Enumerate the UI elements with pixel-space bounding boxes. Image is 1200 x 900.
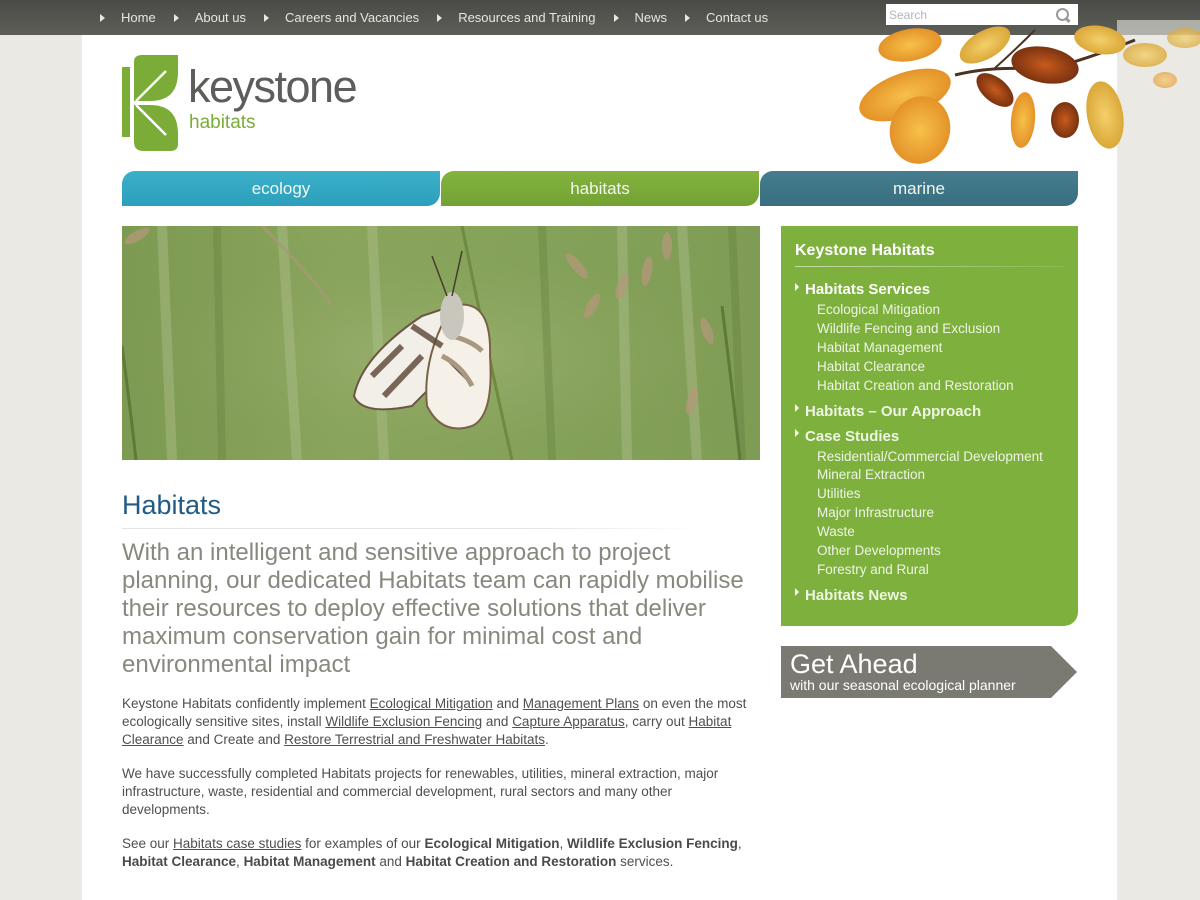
nav-resources[interactable]: Resources and Training — [437, 10, 596, 25]
sidebar-subitem[interactable]: Habitat Clearance — [817, 358, 1064, 377]
hero-image — [122, 226, 760, 460]
sidebar-group-label: Habitats News — [805, 586, 908, 604]
arrow-right-icon — [795, 429, 799, 438]
tab-marine[interactable]: marine — [760, 171, 1078, 206]
arrow-right-icon — [685, 13, 691, 22]
sidebar-divider — [795, 266, 1064, 267]
arrow-right-icon — [795, 404, 799, 413]
arrow-right-icon — [173, 13, 179, 22]
sidebar-subitem[interactable]: Forestry and Rural — [817, 561, 1064, 580]
text: for examples of our — [301, 836, 425, 851]
page-title: Habitats — [122, 490, 222, 520]
bold-text: Wildlife Exclusion Fencing — [566, 836, 738, 851]
arrow-right-icon — [437, 13, 443, 22]
sidebar-group-news: Habitats News — [795, 586, 1064, 605]
text: and — [375, 854, 406, 869]
sidebar-item-case-studies[interactable]: Case Studies — [795, 427, 1064, 446]
search-input[interactable] — [886, 5, 1051, 24]
link-capture-apparatus[interactable]: Capture Apparatus — [512, 714, 625, 729]
text: , carry out — [624, 714, 689, 729]
sidebar-menu: Keystone Habitats Habitats Services Ecol… — [781, 226, 1078, 626]
body-paragraph-1: Keystone Habitats confidently implement … — [122, 695, 757, 749]
sidebar-item-our-approach[interactable]: Habitats – Our Approach — [795, 402, 1064, 421]
sidebar-item-habitats-services[interactable]: Habitats Services — [795, 280, 1064, 299]
banner-title: Get Ahead — [790, 649, 918, 679]
bold-text: Habitat Clearance — [122, 854, 237, 869]
sidebar-group-label: Case Studies — [805, 427, 900, 445]
tab-habitats[interactable]: habitats — [441, 171, 759, 206]
arrow-right-icon — [795, 588, 799, 597]
text: Keystone Habitats confidently implement — [122, 696, 370, 711]
link-management-plans[interactable]: Management Plans — [523, 696, 639, 711]
logo-subtitle: habitats — [189, 112, 256, 133]
text: and — [492, 696, 523, 711]
arrow-right-icon — [613, 13, 619, 22]
nav-news[interactable]: News — [613, 10, 668, 25]
tab-ecology[interactable]: ecology — [122, 171, 440, 206]
sidebar-subitem[interactable]: Utilities — [817, 485, 1064, 504]
sidebar-group-label: Habitats – Our Approach — [805, 402, 982, 420]
link-wildlife-exclusion-fencing[interactable]: Wildlife Exclusion Fencing — [325, 714, 482, 729]
main-content: Habitats With an intelligent and sensiti… — [122, 488, 762, 871]
bold-text: Habitat Creation and Restoration — [405, 854, 617, 869]
lead-paragraph: With an intelligent and sensitive approa… — [122, 539, 744, 678]
link-restore-habitats[interactable]: Restore Terrestrial and Freshwater Habit… — [284, 732, 545, 747]
link-ecological-mitigation[interactable]: Ecological Mitigation — [370, 696, 493, 711]
sidebar-title[interactable]: Keystone Habitats — [795, 241, 1064, 261]
nav-label: Careers and Vacancies — [285, 10, 420, 25]
text: services. — [616, 854, 674, 869]
nav-label: Resources and Training — [458, 10, 596, 25]
sidebar-group-approach: Habitats – Our Approach — [795, 402, 1064, 421]
nav-careers[interactable]: Careers and Vacancies — [264, 10, 419, 25]
arrow-right-icon — [795, 282, 799, 291]
nav-about-us[interactable]: About us — [173, 10, 247, 25]
sidebar-subitem[interactable]: Residential/Commercial Development — [817, 448, 1064, 467]
top-nav: Home About us Careers and Vacancies Reso… — [100, 0, 786, 35]
search-box — [886, 4, 1078, 25]
nav-contact-us[interactable]: Contact us — [685, 10, 768, 25]
sidebar-subitem[interactable]: Habitat Management — [817, 339, 1064, 358]
text: , — [236, 854, 244, 869]
text: , — [559, 836, 567, 851]
nav-label: Home — [121, 10, 156, 25]
arrow-right-icon — [264, 13, 270, 22]
banner-subtitle: with our seasonal ecological planner — [790, 677, 1016, 693]
sidebar-subitem[interactable]: Ecological Mitigation — [817, 301, 1064, 320]
sidebar-subitem[interactable]: Waste — [817, 523, 1064, 542]
link-habitats-case-studies[interactable]: Habitats case studies — [173, 836, 301, 851]
nav-label: About us — [194, 10, 247, 25]
nav-label: News — [634, 10, 668, 25]
section-tabs: ecology habitats marine — [122, 171, 1078, 206]
text: , — [737, 836, 742, 851]
text: . — [544, 732, 549, 747]
sidebar-subitem[interactable]: Wildlife Fencing and Exclusion — [817, 320, 1064, 339]
sidebar-subitem[interactable]: Major Infrastructure — [817, 504, 1064, 523]
bold-text: Ecological Mitigation — [424, 836, 560, 851]
nav-home[interactable]: Home — [100, 10, 156, 25]
sidebar-group-services: Habitats Services Ecological Mitigation … — [795, 280, 1064, 396]
keystone-habitats-logo[interactable]: keystone habitats — [122, 54, 358, 154]
sidebar-group-label: Habitats Services — [805, 281, 931, 298]
arrow-right-icon — [100, 13, 105, 22]
get-ahead-banner[interactable]: Get Ahead with our seasonal ecological p… — [781, 646, 1078, 698]
sidebar-group-case-studies: Case Studies Residential/Commercial Deve… — [795, 427, 1064, 580]
search-icon[interactable] — [1055, 7, 1071, 23]
sidebar-subitem[interactable]: Other Developments — [817, 542, 1064, 561]
sidebar-subitem[interactable]: Habitat Creation and Restoration — [817, 377, 1064, 396]
nav-label: Contact us — [706, 10, 769, 25]
body-paragraph-3: See our Habitats case studies for exampl… — [122, 835, 757, 871]
text: and — [482, 714, 513, 729]
logo-wordmark: keystone — [188, 61, 358, 112]
sidebar-subitem[interactable]: Mineral Extraction — [817, 466, 1064, 485]
butterfly-photo — [122, 226, 760, 460]
text: See our — [122, 836, 174, 851]
text: and Create and — [183, 732, 285, 747]
sidebar-item-habitats-news[interactable]: Habitats News — [795, 586, 1064, 605]
title-divider — [122, 528, 702, 529]
keystone-k-leaf-icon — [122, 55, 178, 151]
bold-text: Habitat Management — [243, 854, 376, 869]
body-paragraph-2: We have successfully completed Habitats … — [122, 766, 719, 817]
